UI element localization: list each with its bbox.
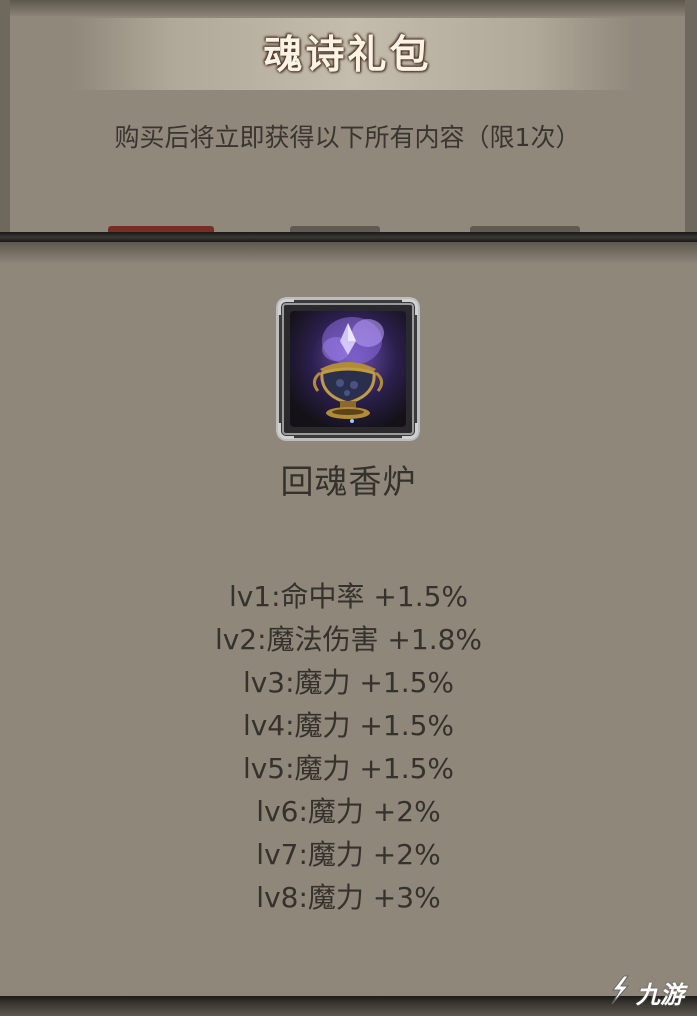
- panel-subtitle: 购买后将立即获得以下所有内容（限1次）: [114, 123, 581, 152]
- stat-line-lv2: lv2:魔法伤害 +1.8%: [214, 623, 483, 656]
- jiuyou-logo-icon: [604, 973, 634, 1011]
- watermark: 九游: [604, 972, 694, 1012]
- item-name: 回魂香炉: [280, 462, 417, 501]
- stat-line-lv7: lv7:魔力 +2%: [256, 838, 441, 871]
- watermark-text: 九游: [636, 980, 684, 1009]
- stat-line-lv1: lv1:命中率 +1.5%: [228, 580, 469, 613]
- gift-pack-header-panel: 魂诗礼包 购买后将立即获得以下所有内容（限1次）: [0, 0, 697, 232]
- stat-line-lv8: lv8:魔力 +3%: [256, 881, 441, 914]
- stat-list: lv1:命中率 +1.5% lv2:魔法伤害 +1.8% lv3:魔力 +1.5…: [0, 575, 697, 919]
- stat-line-lv4: lv4:魔力 +1.5%: [242, 709, 455, 742]
- stat-line-lv5: lv5:魔力 +1.5%: [242, 752, 455, 785]
- panel-title: 魂诗礼包: [263, 33, 432, 78]
- panel-divider: [0, 232, 697, 242]
- item-slot[interactable]: [276, 297, 420, 441]
- stat-line-lv6: lv6:魔力 +2%: [256, 795, 441, 828]
- stat-line-lv3: lv3:魔力 +1.5%: [242, 666, 455, 699]
- bottom-divider: [0, 996, 697, 1016]
- incense-burner-icon: [290, 311, 406, 427]
